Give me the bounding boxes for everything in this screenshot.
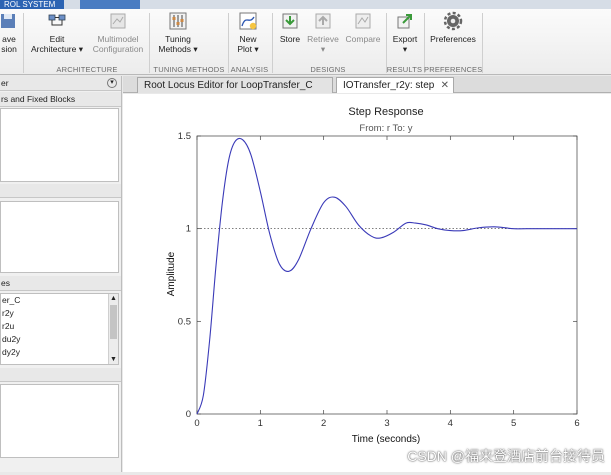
x-tick-label: 2 xyxy=(321,418,326,429)
edit-architecture-label: Edit Architecture ▾ xyxy=(31,34,83,54)
step-response-figure: Step Response From: r To: y Time (second… xyxy=(123,94,611,472)
scrollbar[interactable]: ▲ ▼ xyxy=(108,294,118,364)
compare-button[interactable]: Compare xyxy=(343,11,383,44)
tab-control-system[interactable]: ROL SYSTEM xyxy=(0,0,64,9)
tab-root-locus-editor[interactable]: Root Locus Editor for LoopTransfer_C xyxy=(137,77,333,93)
panel-header: er ▾ xyxy=(0,76,121,91)
group-results: RESULTS xyxy=(386,65,423,74)
collapsed-section-header[interactable] xyxy=(0,184,121,198)
multimodel-configuration-button[interactable]: Multimodel Configuration xyxy=(90,11,146,54)
tuning-methods-button[interactable]: Tuning Methods ▾ xyxy=(152,11,204,54)
blocks-section-label: rs and Fixed Blocks xyxy=(1,94,76,104)
group-designs: DESIGNS xyxy=(310,65,346,74)
architecture-icon xyxy=(48,14,66,26)
scroll-up-icon[interactable]: ▲ xyxy=(109,294,118,303)
list-item[interactable]: r2y xyxy=(1,307,118,320)
designs-list[interactable] xyxy=(0,201,119,273)
blocks-list[interactable] xyxy=(0,108,119,182)
separator xyxy=(272,13,273,73)
tab-iotransfer-step[interactable]: IOTransfer_r2y: step ✕ xyxy=(336,77,454,93)
y-axis-label: Amplitude xyxy=(166,251,177,296)
document-tabs: Root Locus Editor for LoopTransfer_C IOT… xyxy=(123,76,611,93)
retrieve-label: Retrieve ▾ xyxy=(307,34,339,54)
x-tick-label: 4 xyxy=(448,418,453,429)
responses-section-label: es xyxy=(1,278,10,288)
data-browser-panel: er ▾ rs and Fixed Blocks es er_C r2y r2u… xyxy=(0,76,122,472)
separator xyxy=(23,13,24,73)
y-tick-label: 0 xyxy=(186,409,191,420)
preferences-button[interactable]: Preferences xyxy=(427,11,479,44)
retrieve-button[interactable]: Retrieve ▾ xyxy=(306,11,340,54)
preferences-label: Preferences xyxy=(430,34,476,44)
tab-iotransfer-label: IOTransfer_r2y: step xyxy=(343,80,435,91)
collapsed-section-header[interactable] xyxy=(0,368,121,382)
step-response-chart[interactable]: Step Response From: r To: y Time (second… xyxy=(123,94,611,472)
x-axis-label: Time (seconds) xyxy=(352,434,421,445)
list-item[interactable]: dy2y xyxy=(1,346,118,359)
group-tuning-methods: TUNING METHODS xyxy=(153,65,225,74)
toolstrip-tabs: ROL SYSTEM xyxy=(0,0,611,9)
tab-root-locus-label: Root Locus Editor for LoopTransfer_C xyxy=(144,80,313,91)
panel-header-label: er xyxy=(1,78,9,88)
chart-subtitle: From: r To: y xyxy=(359,123,412,134)
separator xyxy=(482,13,483,73)
tuning-label: Tuning Methods ▾ xyxy=(158,34,198,54)
scroll-down-icon[interactable]: ▼ xyxy=(109,355,118,364)
list-item[interactable]: er_C xyxy=(1,294,118,307)
store-button[interactable]: Store xyxy=(276,11,304,44)
scrollbar-thumb[interactable] xyxy=(110,305,117,339)
export-button[interactable]: Export ▾ xyxy=(389,11,421,54)
save-icon xyxy=(1,14,15,28)
gear-icon xyxy=(443,11,463,31)
edit-architecture-button[interactable]: Edit Architecture ▾ xyxy=(26,11,88,54)
watermark: CSDN @福来登酒店前台接待员 xyxy=(407,448,605,464)
new-plot-icon xyxy=(239,12,257,30)
blocks-section-header[interactable]: rs and Fixed Blocks xyxy=(0,92,121,107)
list-item[interactable]: r2u xyxy=(1,320,118,333)
export-icon xyxy=(397,14,412,29)
x-tick-label: 5 xyxy=(511,418,516,429)
save-label: ave sion xyxy=(1,34,17,54)
y-tick-label: 0.5 xyxy=(178,316,191,327)
x-tick-label: 3 xyxy=(384,418,389,429)
responses-section-header[interactable]: es xyxy=(0,276,121,291)
store-icon xyxy=(282,13,298,29)
compare-icon xyxy=(355,13,371,29)
separator xyxy=(386,13,387,73)
list-item[interactable]: du2y xyxy=(1,333,118,346)
store-label: Store xyxy=(279,34,301,44)
x-tick-label: 1 xyxy=(258,418,263,429)
panel-menu-icon[interactable]: ▾ xyxy=(107,78,117,88)
y-tick-label: 1.5 xyxy=(178,131,191,142)
x-tick-label: 6 xyxy=(574,418,579,429)
group-architecture: ARCHITECTURE xyxy=(56,65,118,74)
x-tick-label: 0 xyxy=(194,418,199,429)
group-analysis: ANALYSIS xyxy=(230,65,269,74)
preview-panel xyxy=(0,384,119,458)
responses-list[interactable]: er_C r2y r2u du2y dy2y ▲ ▼ xyxy=(0,293,119,365)
group-preferences: PREFERENCES xyxy=(424,65,483,74)
tuning-icon xyxy=(169,12,187,30)
separator xyxy=(149,13,150,73)
new-plot-label: New Plot ▾ xyxy=(237,34,259,54)
export-label: Export ▾ xyxy=(392,34,418,54)
chart-title: Step Response xyxy=(348,106,423,118)
close-icon[interactable]: ✕ xyxy=(441,78,449,93)
separator xyxy=(424,13,425,73)
separator xyxy=(228,13,229,73)
save-session-button[interactable]: ave sion xyxy=(0,11,22,54)
multimodel-label: Multimodel Configuration xyxy=(92,34,144,54)
multimodel-icon xyxy=(110,13,126,29)
new-plot-button[interactable]: New Plot ▾ xyxy=(231,11,265,54)
retrieve-icon xyxy=(315,13,331,29)
ribbon: ave sion Edit Architecture ▾ Multimodel … xyxy=(0,9,611,75)
y-tick-label: 1 xyxy=(186,224,191,235)
compare-label: Compare xyxy=(345,34,381,44)
plot-area xyxy=(196,135,578,415)
tab-secondary[interactable] xyxy=(80,0,140,9)
